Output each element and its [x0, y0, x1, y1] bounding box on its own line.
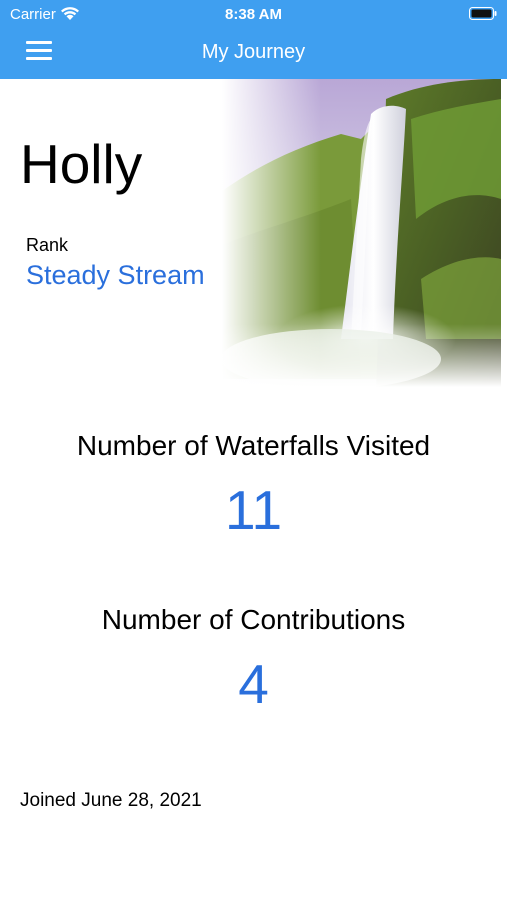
waterfalls-visited-count: 11 [224, 479, 283, 541]
profile-header: Holly Rank Steady Stream [0, 79, 507, 394]
user-name: Holly [20, 133, 143, 195]
nav-title: My Journey [201, 41, 306, 63]
rank-value: Steady Stream [26, 260, 205, 290]
navigation-bar: My Journey [0, 28, 507, 79]
clock-time: 8:38 AM [225, 6, 282, 23]
contributions-label: Number of Contributions [101, 604, 406, 635]
top-bar: Carrier 8:38 AM My Journey [0, 0, 507, 79]
joined-date: Joined June 28, 2021 [20, 790, 202, 811]
waterfalls-visited-label: Number of Waterfalls Visited [76, 430, 431, 461]
waterfall-photo [211, 79, 501, 394]
rank-label: Rank [26, 235, 69, 255]
status-bar: Carrier 8:38 AM [0, 0, 507, 28]
battery-icon [469, 7, 497, 20]
contributions-count: 4 [238, 653, 269, 715]
